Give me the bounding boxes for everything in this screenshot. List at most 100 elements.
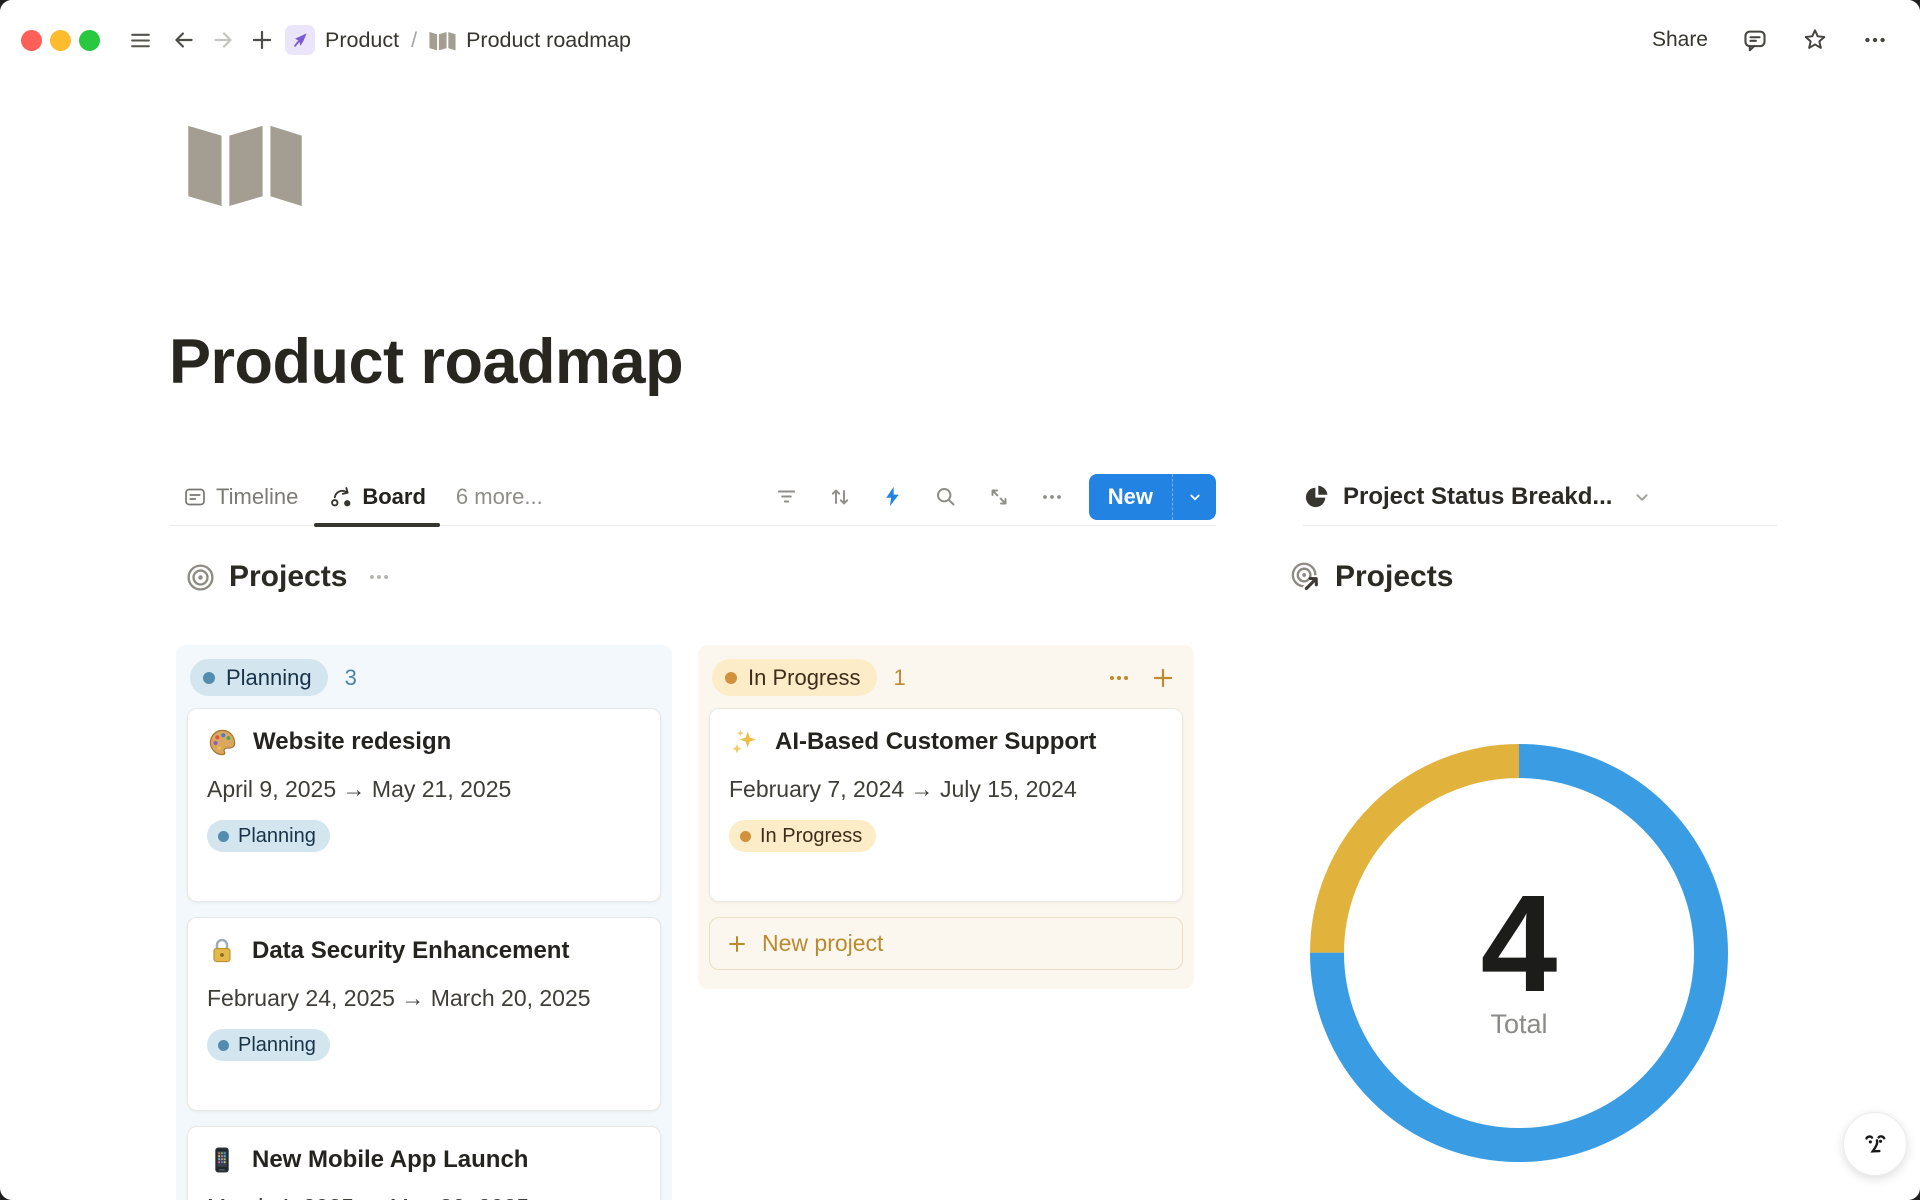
column-actions bbox=[1106, 665, 1176, 691]
comments-icon[interactable] bbox=[1742, 27, 1768, 53]
linked-target-icon bbox=[1289, 561, 1322, 594]
status-pill-planning[interactable]: Planning bbox=[190, 659, 328, 696]
view-more-icon[interactable] bbox=[1040, 485, 1064, 509]
donut-total-label: Total bbox=[1490, 1009, 1547, 1039]
tab-timeline-label: Timeline bbox=[216, 484, 298, 510]
pie-chart-icon bbox=[1303, 483, 1330, 510]
new-tab-icon[interactable] bbox=[249, 27, 275, 53]
new-project-label: New project bbox=[762, 930, 883, 957]
ai-face-icon bbox=[1857, 1126, 1893, 1162]
chart-section-heading: Projects bbox=[1289, 560, 1453, 594]
page-title[interactable]: Product roadmap bbox=[169, 326, 683, 398]
topbar: Product / Product roadmap Share bbox=[0, 0, 1920, 80]
active-tab-underline bbox=[314, 523, 440, 527]
workspace-dart-icon[interactable] bbox=[285, 25, 315, 55]
tab-board[interactable]: Board bbox=[328, 468, 426, 525]
card-data-security-enhancement[interactable]: Data Security Enhancement February 24, 2… bbox=[187, 917, 661, 1111]
column-in-progress: In Progress 1 AI-Based Customer Supp bbox=[698, 645, 1194, 989]
column-planning-header: Planning 3 bbox=[176, 645, 672, 708]
card-new-mobile-app-launch[interactable]: New Mobile App Launch March 4, 2025 → Ma… bbox=[187, 1126, 661, 1200]
sparkles-icon bbox=[729, 727, 760, 758]
chart-section-title[interactable]: Projects bbox=[1335, 560, 1453, 594]
new-project-button[interactable]: New project bbox=[709, 917, 1183, 970]
window-controls bbox=[21, 30, 100, 51]
card-status-pill: In Progress bbox=[729, 820, 876, 852]
share-button[interactable]: Share bbox=[1652, 28, 1708, 52]
status-dot bbox=[740, 831, 751, 842]
expand-icon[interactable] bbox=[987, 485, 1011, 509]
tab-board-label: Board bbox=[362, 484, 426, 510]
status-dot bbox=[218, 831, 229, 842]
status-dot bbox=[218, 1040, 229, 1051]
forward-icon[interactable] bbox=[210, 27, 236, 53]
more-views-button[interactable]: 6 more... bbox=[456, 484, 543, 510]
minimize-window-button[interactable] bbox=[50, 30, 71, 51]
card-status-pill: Planning bbox=[207, 820, 330, 852]
new-button-group: New bbox=[1089, 474, 1216, 520]
board-section-title[interactable]: Projects bbox=[229, 560, 347, 594]
card-dates: February 24, 2025 → March 20, 2025 bbox=[207, 985, 641, 1012]
card-title: Website redesign bbox=[253, 728, 451, 756]
breadcrumb: Product / Product roadmap bbox=[325, 28, 631, 53]
view-tabs: Timeline Board bbox=[183, 468, 426, 525]
section-more-icon[interactable] bbox=[366, 564, 392, 590]
tab-timeline[interactable]: Timeline bbox=[183, 468, 298, 525]
column-planning: Planning 3 Website redesign April 9, 202… bbox=[176, 645, 672, 1200]
view-actions bbox=[775, 485, 1064, 509]
more-options-icon[interactable] bbox=[1862, 27, 1888, 53]
map-icon bbox=[429, 30, 456, 51]
column-count: 1 bbox=[894, 665, 906, 691]
notion-ai-button[interactable] bbox=[1843, 1112, 1907, 1176]
board-icon bbox=[328, 484, 353, 509]
status-dot bbox=[725, 672, 737, 684]
card-title: New Mobile App Launch bbox=[252, 1146, 528, 1174]
new-button[interactable]: New bbox=[1089, 474, 1172, 520]
column-more-icon[interactable] bbox=[1106, 665, 1132, 691]
kanban-board: Planning 3 Website redesign April 9, 202… bbox=[176, 645, 1194, 1200]
chart-view-selector[interactable]: Project Status Breakd... bbox=[1303, 468, 1777, 526]
page-map-icon[interactable] bbox=[186, 118, 304, 208]
chevron-down-icon bbox=[1631, 486, 1653, 508]
card-dates: March 4, 2025 → May 30, 2025 bbox=[207, 1194, 641, 1200]
close-window-button[interactable] bbox=[21, 30, 42, 51]
card-website-redesign[interactable]: Website redesign April 9, 2025 → May 21,… bbox=[187, 708, 661, 902]
phone-icon bbox=[207, 1145, 237, 1175]
sort-icon[interactable] bbox=[828, 485, 852, 509]
status-pill-label: In Progress bbox=[748, 665, 861, 691]
breadcrumb-workspace[interactable]: Product bbox=[325, 28, 399, 53]
views-toolbar: Timeline Board 6 more... bbox=[170, 468, 1216, 526]
breadcrumb-separator: / bbox=[411, 28, 417, 53]
card-title: Data Security Enhancement bbox=[252, 937, 569, 965]
breadcrumb-page[interactable]: Product roadmap bbox=[466, 28, 631, 53]
sidebar-menu-icon[interactable] bbox=[127, 27, 153, 53]
status-pill-label: Planning bbox=[226, 665, 312, 691]
new-dropdown-chevron-icon[interactable] bbox=[1172, 474, 1216, 520]
status-breakdown-donut-chart: 4 Total bbox=[1289, 723, 1749, 1183]
zoom-window-button[interactable] bbox=[79, 30, 100, 51]
card-status-pill: Planning bbox=[207, 1029, 330, 1061]
status-pill-in-progress[interactable]: In Progress bbox=[712, 659, 877, 696]
card-ai-based-customer-support[interactable]: AI-Based Customer Support February 7, 20… bbox=[709, 708, 1183, 902]
automations-lightning-icon[interactable] bbox=[881, 485, 905, 509]
card-title: AI-Based Customer Support bbox=[775, 728, 1096, 756]
card-status-label: Planning bbox=[238, 1034, 316, 1057]
column-count: 3 bbox=[345, 665, 357, 691]
plus-icon bbox=[725, 932, 749, 956]
donut-total-value: 4 bbox=[1481, 867, 1558, 1021]
board-section-heading: Projects bbox=[185, 560, 392, 594]
column-in-progress-header: In Progress 1 bbox=[698, 645, 1194, 708]
filter-icon[interactable] bbox=[775, 485, 799, 509]
app-window: Product / Product roadmap Share Product … bbox=[0, 0, 1920, 1200]
card-dates: February 7, 2024 → July 15, 2024 bbox=[729, 776, 1163, 803]
timeline-icon bbox=[183, 485, 207, 509]
search-icon[interactable] bbox=[934, 485, 958, 509]
back-icon[interactable] bbox=[171, 27, 197, 53]
target-icon bbox=[185, 562, 216, 593]
card-dates: April 9, 2025 → May 21, 2025 bbox=[207, 776, 641, 803]
favorite-star-icon[interactable] bbox=[1802, 27, 1828, 53]
chart-view-title: Project Status Breakd... bbox=[1343, 483, 1612, 511]
column-add-card-icon[interactable] bbox=[1150, 665, 1176, 691]
status-dot bbox=[203, 672, 215, 684]
card-status-label: Planning bbox=[238, 825, 316, 848]
column-in-progress-cards: AI-Based Customer Support February 7, 20… bbox=[698, 708, 1194, 902]
